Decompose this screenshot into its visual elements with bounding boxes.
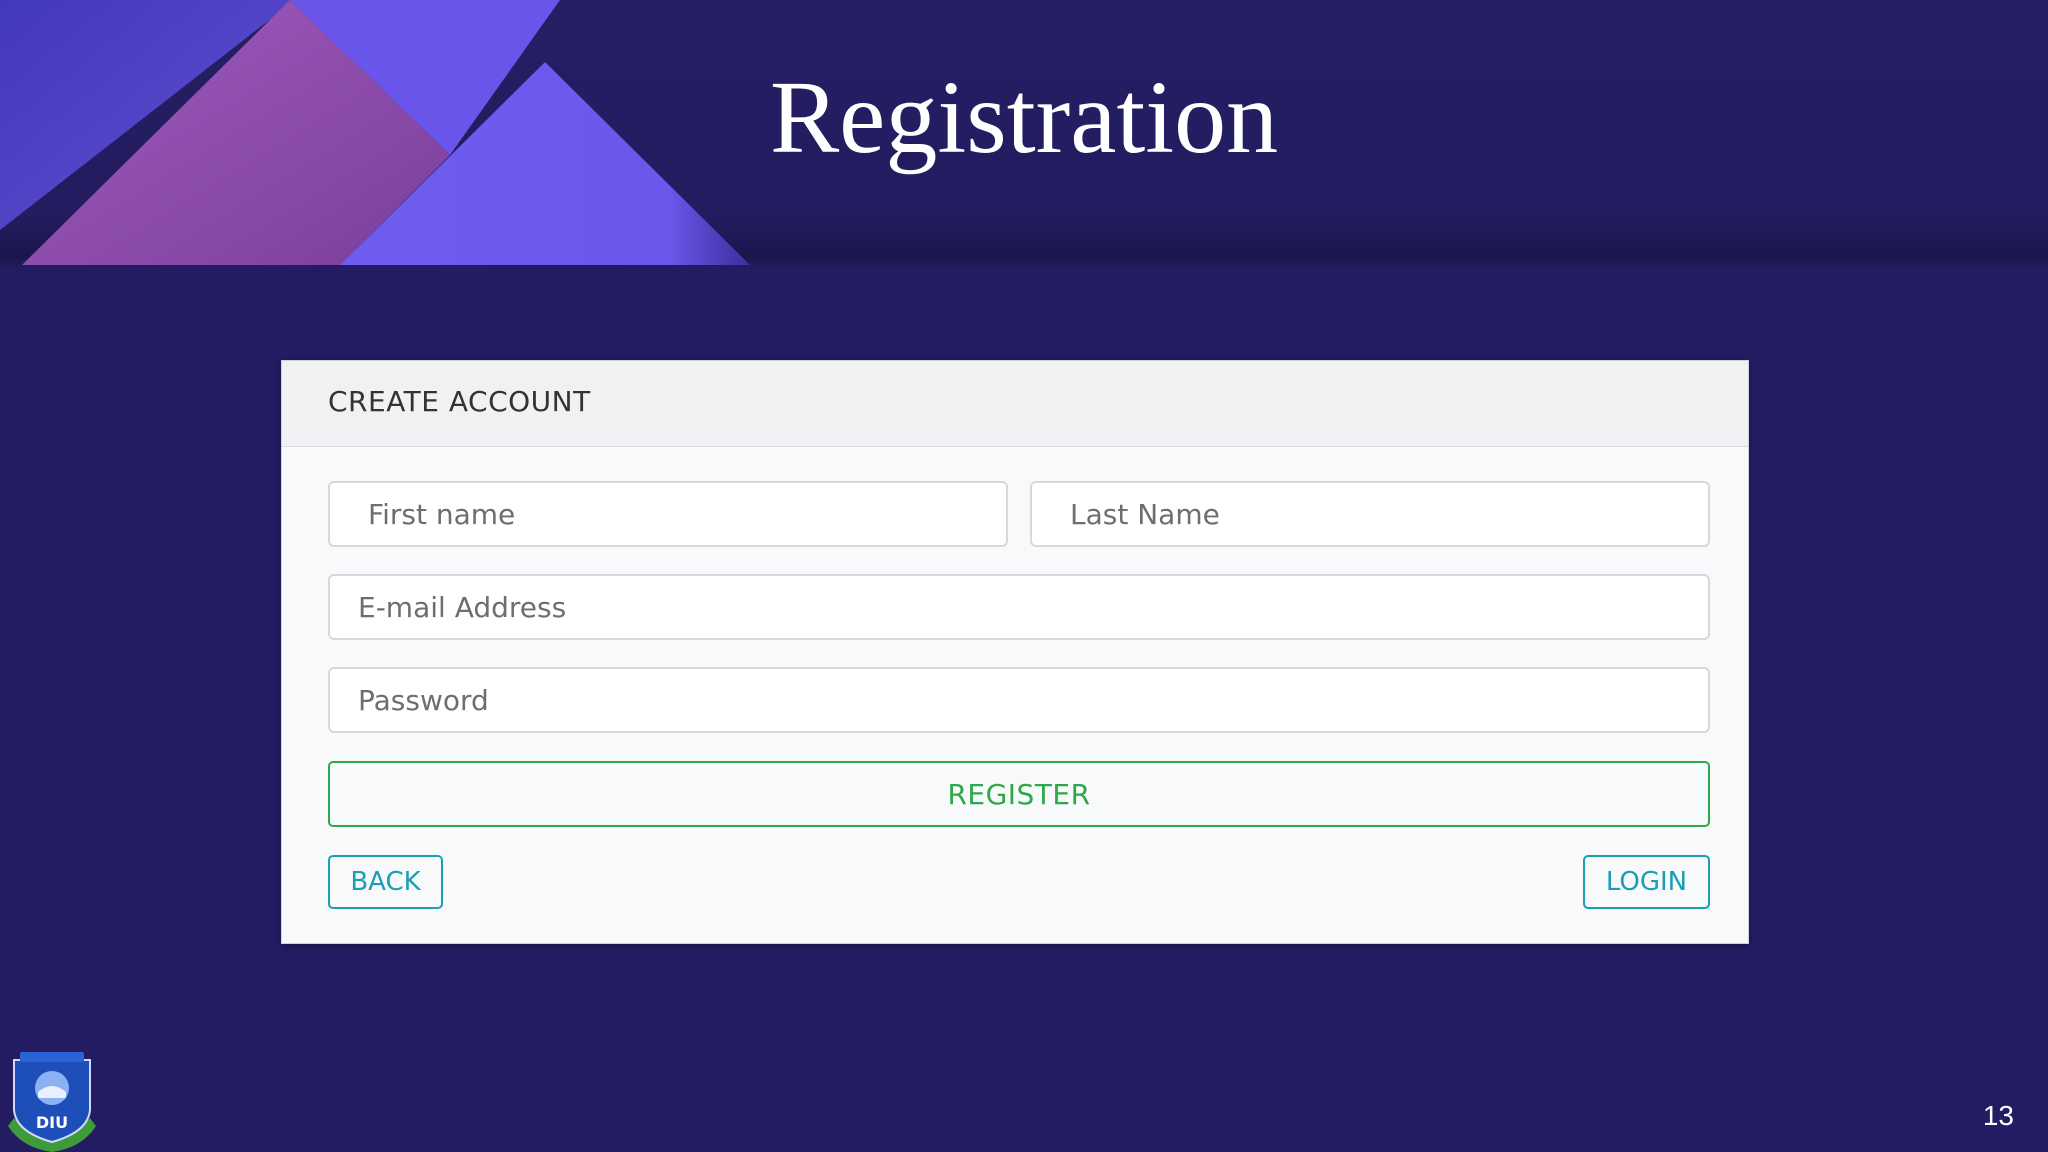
create-account-card: CREATE ACCOUNT REGISTER BACK LOGIN	[281, 360, 1749, 944]
page-number: 13	[1982, 1100, 2014, 1131]
card-header: CREATE ACCOUNT	[282, 361, 1748, 447]
card-title: CREATE ACCOUNT	[328, 385, 591, 418]
first-name-input[interactable]	[328, 481, 1008, 547]
logo-letters: DIU	[36, 1113, 68, 1132]
back-button[interactable]: BACK	[328, 855, 443, 909]
email-input[interactable]	[328, 574, 1710, 640]
password-input[interactable]	[328, 667, 1710, 733]
title-banner: Registration	[0, 0, 2048, 268]
login-button[interactable]: LOGIN	[1583, 855, 1710, 909]
last-name-input[interactable]	[1030, 481, 1710, 547]
register-button[interactable]: REGISTER	[328, 761, 1710, 827]
university-crest-icon: DIU	[8, 1052, 96, 1152]
slide-title: Registration	[769, 60, 1279, 175]
